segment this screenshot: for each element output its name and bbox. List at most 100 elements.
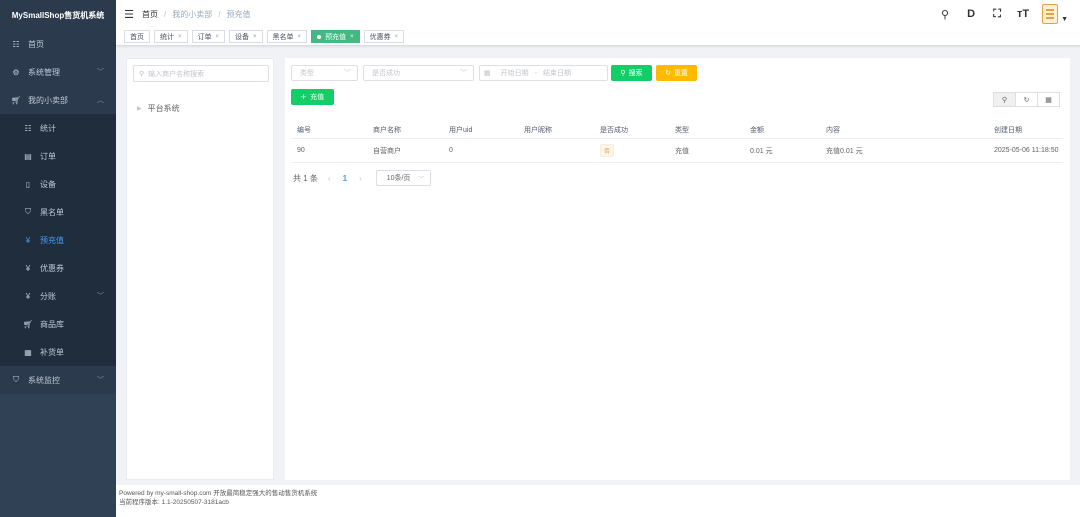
- sidebar-item-label: 设备: [40, 179, 56, 189]
- cart-icon: 🛒︎: [22, 319, 34, 329]
- sidebar-item-monitor[interactable]: ⛉ 系统监控 ﹀: [0, 366, 116, 394]
- prepaid-content-panel: 类型 ﹀ 是否成功 ﹀ ▦ 开始日期 - 结束日期 ⚲ 搜索 ↻ 重置 + 充值…: [285, 58, 1070, 480]
- tag-devices[interactable]: 设备 ×: [229, 30, 263, 43]
- sidebar-item-label: 系统监控: [28, 375, 60, 385]
- start-date-placeholder: 开始日期: [500, 70, 529, 77]
- sidebar-item-restock[interactable]: ▦ 补货单: [0, 338, 116, 366]
- chevron-down-icon: ﹀: [460, 70, 467, 77]
- topbar: ☰ 首页 / 我的小卖部 / 预充值 ⚲ D ⛶ ᴛT ▼: [116, 0, 1080, 28]
- prev-page-icon[interactable]: ‹: [328, 174, 331, 183]
- add-recharge-label: 充值: [310, 94, 325, 101]
- font-size-icon[interactable]: ᴛT: [1016, 8, 1030, 20]
- cell-type: 充值: [675, 147, 689, 155]
- search-icon: ⚲: [139, 70, 145, 78]
- breadcrumb-parent: 我的小卖部: [172, 9, 213, 19]
- sidebar-item-coupons[interactable]: ¥ 优惠券: [0, 254, 116, 282]
- page-number[interactable]: 1: [343, 174, 347, 183]
- col-nickname: 用户昵称: [524, 126, 552, 134]
- add-recharge-button[interactable]: + 充值: [291, 89, 334, 105]
- close-icon[interactable]: ×: [216, 34, 220, 40]
- docs-icon[interactable]: D: [964, 8, 978, 20]
- sidebar-item-label: 订单: [40, 151, 56, 161]
- page-size-label: 10条/页: [386, 175, 411, 182]
- close-icon[interactable]: ×: [253, 34, 257, 40]
- table-row[interactable]: 90 自营商户 0 否 充值 0.01 元 充值0.01 元 2025-05-0…: [291, 139, 1063, 163]
- toggle-search-button[interactable]: ⚲: [993, 92, 1016, 107]
- success-select-placeholder: 是否成功: [372, 70, 400, 77]
- tag-label: 优惠券: [369, 33, 391, 41]
- sidebar-item-label: 黑名单: [40, 207, 64, 217]
- reset-button[interactable]: ↻ 重置: [656, 65, 697, 81]
- fullscreen-icon[interactable]: ⛶: [990, 8, 1004, 21]
- tree-node-label: 平台系统: [147, 104, 180, 113]
- type-select-placeholder: 类型: [300, 70, 314, 77]
- sidebar-item-home[interactable]: ☷ 首页: [0, 30, 116, 58]
- cell-success: 否: [594, 144, 669, 157]
- caret-right-icon[interactable]: ▶: [137, 105, 142, 112]
- sidebar-item-my-shop[interactable]: 🛒︎ 我的小卖部 ︿: [0, 86, 116, 114]
- breadcrumb-home[interactable]: 首页: [142, 9, 158, 20]
- search-icon: ⚲: [1001, 96, 1008, 104]
- tag-stats[interactable]: 统计 ×: [154, 30, 188, 43]
- tag-orders[interactable]: 订单 ×: [191, 30, 226, 43]
- close-icon[interactable]: ×: [178, 34, 182, 40]
- tree-node-platform[interactable]: ▶ 平台系统: [137, 103, 180, 114]
- sidebar-item-products[interactable]: 🛒︎ 商品库: [0, 310, 116, 338]
- tag-prepaid[interactable]: 预充值 ×: [311, 30, 360, 43]
- chart-icon: ☷: [24, 123, 32, 133]
- tag-home[interactable]: 首页: [124, 30, 150, 43]
- merchant-search-input[interactable]: ⚲ 输入商户名称搜索: [133, 65, 269, 82]
- hamburger-icon[interactable]: ☰: [116, 8, 142, 21]
- close-icon[interactable]: ×: [395, 34, 399, 40]
- chevron-down-icon: ﹀: [97, 293, 104, 300]
- plus-icon: +: [300, 92, 307, 102]
- type-select[interactable]: 类型 ﹀: [291, 65, 358, 81]
- col-uid: 用户uid: [449, 126, 473, 134]
- success-select[interactable]: 是否成功 ﹀: [363, 65, 474, 81]
- search-button-label: 搜索: [628, 70, 643, 77]
- sidebar-item-orders[interactable]: ▤ 订单: [0, 142, 116, 170]
- close-icon[interactable]: ×: [298, 34, 302, 40]
- sidebar-item-system-admin[interactable]: ⚙ 系统管理 ﹀: [0, 58, 116, 86]
- submenu-my-shop: ☷ 统计 ▤ 订单 ▯ 设备 ⛉ 黑名单 ¥ 预充值 ¥ 优惠券 ¥ 分账 ﹀: [0, 114, 116, 366]
- date-range-picker[interactable]: ▦ 开始日期 - 结束日期: [479, 65, 608, 81]
- app-title: MySmallShop售货机系统: [0, 0, 116, 30]
- sidebar-item-devices[interactable]: ▯ 设备: [0, 170, 116, 198]
- search-icon[interactable]: ⚲: [938, 8, 952, 21]
- topbar-tools: ⚲ D ⛶ ᴛT ▼: [938, 0, 1068, 28]
- tag-coupons[interactable]: 优惠券 ×: [363, 30, 405, 43]
- chevron-down-icon: ﹀: [97, 377, 104, 384]
- page-size-select[interactable]: 10条/页 ﹀: [375, 170, 432, 186]
- breadcrumb-separator: /: [164, 9, 167, 19]
- chevron-down-icon: ﹀: [418, 176, 425, 183]
- yen-icon: ¥: [25, 263, 31, 273]
- status-badge: 否: [600, 144, 615, 157]
- sidebar-item-stats[interactable]: ☷ 统计: [0, 114, 116, 142]
- cell-id: 90: [297, 147, 305, 154]
- tag-blacklist[interactable]: 黑名单 ×: [266, 30, 308, 43]
- sidebar-item-prepaid[interactable]: ¥ 预充值: [0, 226, 116, 254]
- sidebar-item-split[interactable]: ¥ 分账 ﹀: [0, 282, 116, 310]
- search-button[interactable]: ⚲ 搜索: [611, 65, 652, 81]
- grid-icon: ▦: [1045, 96, 1052, 104]
- avatar[interactable]: [1042, 4, 1059, 24]
- sidebar: MySmallShop售货机系统 ☷ 首页 ⚙ 系统管理 ﹀ 🛒︎ 我的小卖部 …: [0, 0, 116, 517]
- search-icon: ⚲: [620, 70, 626, 77]
- refresh-icon: ↻: [1023, 96, 1030, 104]
- gear-icon: ⚙: [12, 67, 20, 77]
- next-page-icon[interactable]: ›: [359, 174, 362, 183]
- cell-content: 充值0.01 元: [826, 147, 863, 155]
- footer: Powered by my-small-shop.com 开放最简稳定强大的售动…: [116, 485, 1080, 517]
- breadcrumb: 首页 / 我的小卖部 / 预充值: [142, 9, 250, 20]
- sidebar-item-blacklist[interactable]: ⛉ 黑名单: [0, 198, 116, 226]
- cell-amount: 0.01 元: [750, 147, 773, 155]
- merchant-tree-panel: ⚲ 输入商户名称搜索 ▶ 平台系统: [126, 58, 274, 480]
- date-separator: -: [534, 69, 537, 77]
- col-success: 是否成功: [600, 126, 628, 134]
- close-icon[interactable]: ×: [350, 34, 354, 40]
- tag-label: 预充值: [325, 33, 347, 41]
- caret-down-icon[interactable]: ▼: [1061, 16, 1068, 23]
- table-toolbar: ⚲ ↻ ▦: [993, 92, 1060, 107]
- columns-button[interactable]: ▦: [1037, 92, 1060, 107]
- refresh-button[interactable]: ↻: [1015, 92, 1038, 107]
